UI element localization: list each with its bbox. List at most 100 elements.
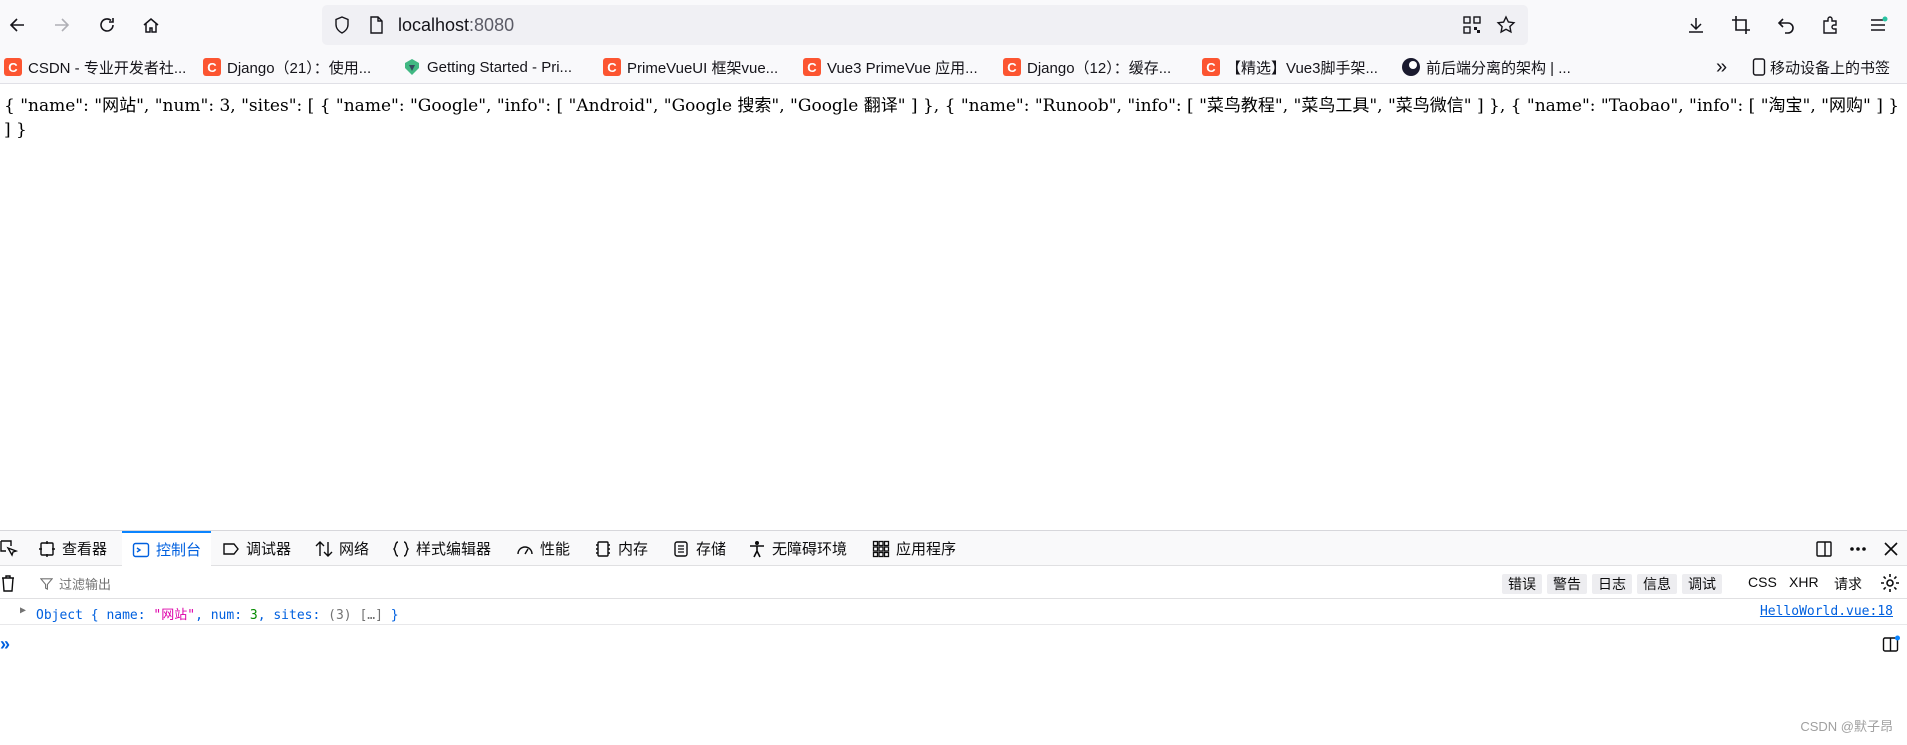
tab-memory[interactable]: 内存 bbox=[594, 531, 648, 566]
log-source-link[interactable]: HelloWorld.vue:18 bbox=[1760, 604, 1893, 619]
log-object-label: Object { name: bbox=[36, 608, 154, 623]
console-filter-bar: 过滤输出 错误 警告 日志 信息 调试 CSS XHR 请求 bbox=[0, 567, 1907, 599]
tab-label: 查看器 bbox=[62, 541, 108, 558]
application-icon bbox=[872, 540, 890, 557]
page-json-content: { "name": "网站", "num": 3, "sites": [ { "… bbox=[4, 96, 1900, 140]
devtools-tab-bar: 查看器 控制台 调试器 网络 样式编辑器 性能 内存 存储 无障碍环境 应用程序 bbox=[0, 531, 1907, 566]
filter-requests[interactable]: 请求 bbox=[1834, 574, 1862, 594]
bookmark-item[interactable]: C Django（21）：使用... bbox=[203, 56, 371, 78]
log-num-value: 3 bbox=[249, 608, 258, 623]
tab-accessibility[interactable]: 无障碍环境 bbox=[748, 531, 847, 566]
level-errors[interactable]: 错误 bbox=[1502, 574, 1542, 594]
level-debug[interactable]: 调试 bbox=[1682, 574, 1722, 594]
qr-code-icon[interactable] bbox=[1462, 15, 1482, 35]
primevue-icon bbox=[403, 58, 421, 76]
bookmark-item[interactable]: C Vue3 PrimeVue 应用... bbox=[803, 56, 978, 78]
csdn-icon: C bbox=[1003, 58, 1021, 76]
bookmark-label: Vue3 PrimeVue 应用... bbox=[827, 59, 978, 77]
log-sep: , sites: bbox=[257, 608, 329, 623]
bookmark-label: PrimeVueUI 框架vue... bbox=[627, 59, 779, 77]
moon-icon bbox=[1402, 58, 1420, 76]
home-icon bbox=[143, 18, 159, 33]
url-bar[interactable]: localhost:8080 bbox=[322, 5, 1528, 45]
bookmarks-overflow-button[interactable]: » bbox=[1716, 56, 1727, 78]
extensions-icon[interactable] bbox=[1820, 15, 1840, 35]
tab-application[interactable]: 应用程序 bbox=[872, 531, 956, 566]
tab-inspector[interactable]: 查看器 bbox=[38, 531, 107, 566]
tab-label: 调试器 bbox=[246, 541, 292, 558]
accessibility-icon bbox=[750, 540, 764, 557]
level-info[interactable]: 信息 bbox=[1637, 574, 1677, 594]
url-host: localhost bbox=[398, 15, 470, 35]
filter-css[interactable]: CSS bbox=[1748, 574, 1777, 590]
dock-toggle-icon[interactable] bbox=[1814, 539, 1834, 559]
log-name-value: "网站" bbox=[153, 608, 196, 623]
home-button[interactable] bbox=[136, 10, 166, 40]
bookmark-item[interactable]: C PrimeVueUI 框架vue... bbox=[603, 56, 778, 78]
csdn-icon: C bbox=[4, 58, 22, 76]
tab-label: 网络 bbox=[339, 541, 370, 558]
performance-icon bbox=[517, 545, 533, 554]
tab-label: 存储 bbox=[696, 541, 727, 558]
tab-network[interactable]: 网络 bbox=[315, 531, 369, 566]
tab-performance[interactable]: 性能 bbox=[516, 531, 570, 566]
more-options-icon[interactable] bbox=[1848, 539, 1868, 559]
bookmarks-toolbar: C CSDN - 专业开发者社... C Django（21）：使用... Gett… bbox=[0, 50, 1907, 84]
console-log-row[interactable]: ▶ Object { name: "网站", num: 3, sites: (3… bbox=[0, 599, 1907, 625]
csdn-icon: C bbox=[803, 58, 821, 76]
watermark: CSDN @默子昂 bbox=[1800, 719, 1893, 734]
csdn-icon: C bbox=[203, 58, 221, 76]
level-warnings[interactable]: 警告 bbox=[1547, 574, 1587, 594]
browser-toolbar: localhost:8080 bbox=[0, 0, 1907, 50]
double-chevron-right-icon: » bbox=[1716, 55, 1728, 78]
reload-button[interactable] bbox=[92, 10, 122, 40]
arrow-left-icon bbox=[9, 18, 24, 32]
log-suffix: } bbox=[382, 608, 399, 623]
log-sites-summary[interactable]: (3) […] bbox=[328, 608, 383, 623]
console-prompt[interactable]: » bbox=[0, 634, 10, 655]
element-picker-icon[interactable] bbox=[0, 540, 18, 558]
bookmark-label: Django（21）：使用... bbox=[227, 59, 372, 77]
filter-icon bbox=[40, 578, 53, 590]
tab-debugger[interactable]: 调试器 bbox=[222, 531, 291, 566]
tab-label: 应用程序 bbox=[896, 541, 957, 558]
bookmark-item[interactable]: C 【精选】Vue3脚手架... bbox=[1202, 56, 1378, 78]
debugger-icon bbox=[223, 542, 239, 555]
page-icon[interactable] bbox=[366, 15, 386, 35]
tab-storage[interactable]: 存储 bbox=[672, 531, 726, 566]
crop-icon[interactable] bbox=[1731, 15, 1751, 35]
back-button[interactable] bbox=[3, 10, 33, 40]
tab-console[interactable]: 控制台 bbox=[122, 531, 212, 566]
bookmark-label: 【精选】Vue3脚手架... bbox=[1226, 59, 1378, 77]
bookmark-item[interactable]: C Django（12）：缓存... bbox=[1003, 56, 1171, 78]
menu-icon[interactable] bbox=[1868, 15, 1888, 35]
bookmark-item[interactable]: 前后端分离的架构 | ... bbox=[1402, 56, 1571, 78]
bookmark-item[interactable]: C CSDN - 专业开发者社... bbox=[4, 56, 186, 78]
url-port: :8080 bbox=[469, 15, 515, 35]
filter-xhr[interactable]: XHR bbox=[1789, 574, 1819, 590]
expand-triangle-icon[interactable]: ▶ bbox=[20, 605, 26, 616]
undo-icon[interactable] bbox=[1776, 15, 1796, 35]
gear-icon[interactable] bbox=[1880, 573, 1900, 593]
tab-style-editor[interactable]: 样式编辑器 bbox=[392, 531, 491, 566]
close-icon[interactable] bbox=[1881, 539, 1901, 559]
mobile-bookmarks[interactable]: 移动设备上的书签 bbox=[1752, 56, 1890, 78]
tab-label: 性能 bbox=[540, 541, 571, 558]
network-icon bbox=[315, 540, 333, 557]
forward-button[interactable] bbox=[46, 10, 76, 40]
csdn-icon: C bbox=[1202, 58, 1220, 76]
editor-mode-icon[interactable] bbox=[1882, 635, 1900, 653]
tab-label: 控制台 bbox=[156, 542, 202, 559]
star-icon[interactable] bbox=[1496, 15, 1516, 35]
devtools-panel: 查看器 控制台 调试器 网络 样式编辑器 性能 内存 存储 无障碍环境 应用程序… bbox=[0, 530, 1907, 745]
level-logs[interactable]: 日志 bbox=[1592, 574, 1632, 594]
bookmark-item[interactable]: Getting Started - Pri... bbox=[403, 56, 572, 78]
filter-output-input[interactable]: 过滤输出 bbox=[40, 574, 111, 593]
download-icon[interactable] bbox=[1686, 15, 1706, 35]
trash-icon[interactable] bbox=[0, 574, 16, 592]
url-text: localhost:8080 bbox=[398, 15, 514, 36]
tab-label: 样式编辑器 bbox=[416, 541, 492, 558]
mobile-bookmarks-label: 移动设备上的书签 bbox=[1770, 59, 1891, 77]
arrow-right-icon bbox=[55, 18, 70, 32]
shield-icon[interactable] bbox=[332, 15, 352, 35]
